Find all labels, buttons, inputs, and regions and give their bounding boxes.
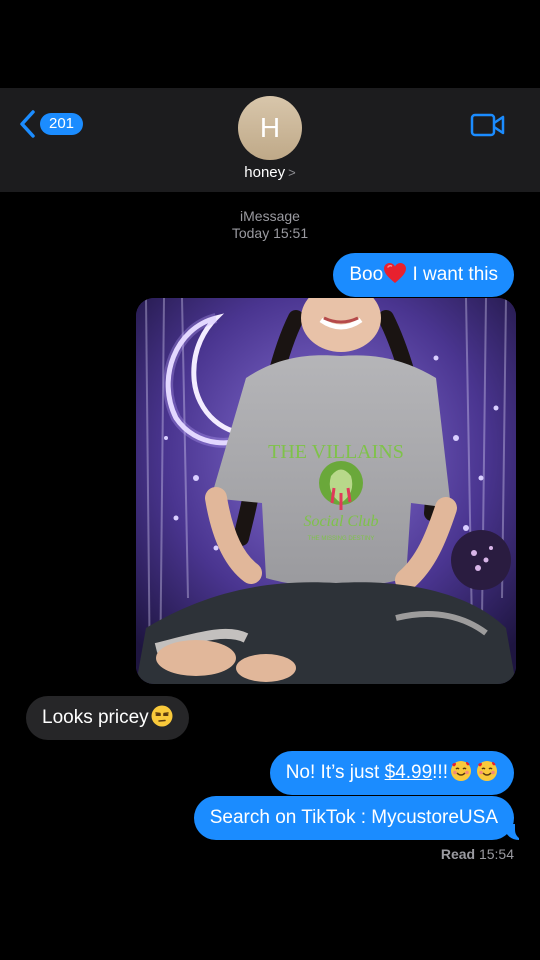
message-bubble-outgoing[interactable]: No! It’s just $4.99!!! xyxy=(269,751,514,795)
video-camera-icon xyxy=(470,113,505,137)
shirt-text-small: THE MISSING DESTINY xyxy=(308,536,375,542)
message-text: Search on TikTok : MycustoreUSA xyxy=(209,807,498,828)
video-call-button[interactable] xyxy=(470,112,506,143)
message-bubble-outgoing[interactable]: Search on TikTok : MycustoreUSA xyxy=(193,796,525,840)
chevron-right-icon: > xyxy=(288,165,296,180)
message-text-continued: !!! xyxy=(432,762,448,783)
message-text: No! It’s just xyxy=(285,762,385,783)
message-text: Looks pricey xyxy=(42,707,149,728)
service-label: iMessage xyxy=(240,208,300,224)
price-link[interactable]: $4.99 xyxy=(385,762,433,783)
photo-attachment[interactable]: THE VILLAINS Social Club THE MISSING DES… xyxy=(136,298,516,684)
conversation-header: 201 H honey > xyxy=(0,88,540,192)
unread-count-badge: 201 xyxy=(40,113,84,135)
avatar[interactable]: H xyxy=(238,96,302,160)
read-receipt: Read 15:54 xyxy=(441,846,514,862)
message-text-continued: I want this xyxy=(407,264,498,285)
message-bubble-incoming[interactable]: Looks pricey xyxy=(26,696,189,740)
tshirt-photo: THE VILLAINS Social Club THE MISSING DES… xyxy=(136,298,516,684)
bubble-tail xyxy=(505,824,525,840)
unamused-face-icon xyxy=(151,705,173,727)
smiling-face-with-hearts-icon xyxy=(477,761,497,781)
conversation-meta: iMessage Today 15:51 xyxy=(0,208,540,242)
chevron-left-icon xyxy=(20,110,35,138)
timestamp-label: Today 15:51 xyxy=(231,225,309,241)
contact-name-label: honey xyxy=(244,164,286,181)
shirt-text-top: THE VILLAINS xyxy=(268,441,404,463)
back-button[interactable]: 201 xyxy=(18,110,84,138)
message-bubble-outgoing[interactable]: Boo I want this xyxy=(333,253,514,297)
read-label: Read xyxy=(440,846,476,862)
avatar-initial: H xyxy=(259,112,281,143)
contact-name[interactable]: honey > xyxy=(0,164,540,181)
shirt-text-bottom: Social Club xyxy=(303,513,378,530)
red-heart-icon xyxy=(384,263,407,283)
smiling-face-with-hearts-icon xyxy=(451,761,471,781)
message-text: Boo xyxy=(349,264,384,285)
read-time: 15:54 xyxy=(478,846,514,862)
